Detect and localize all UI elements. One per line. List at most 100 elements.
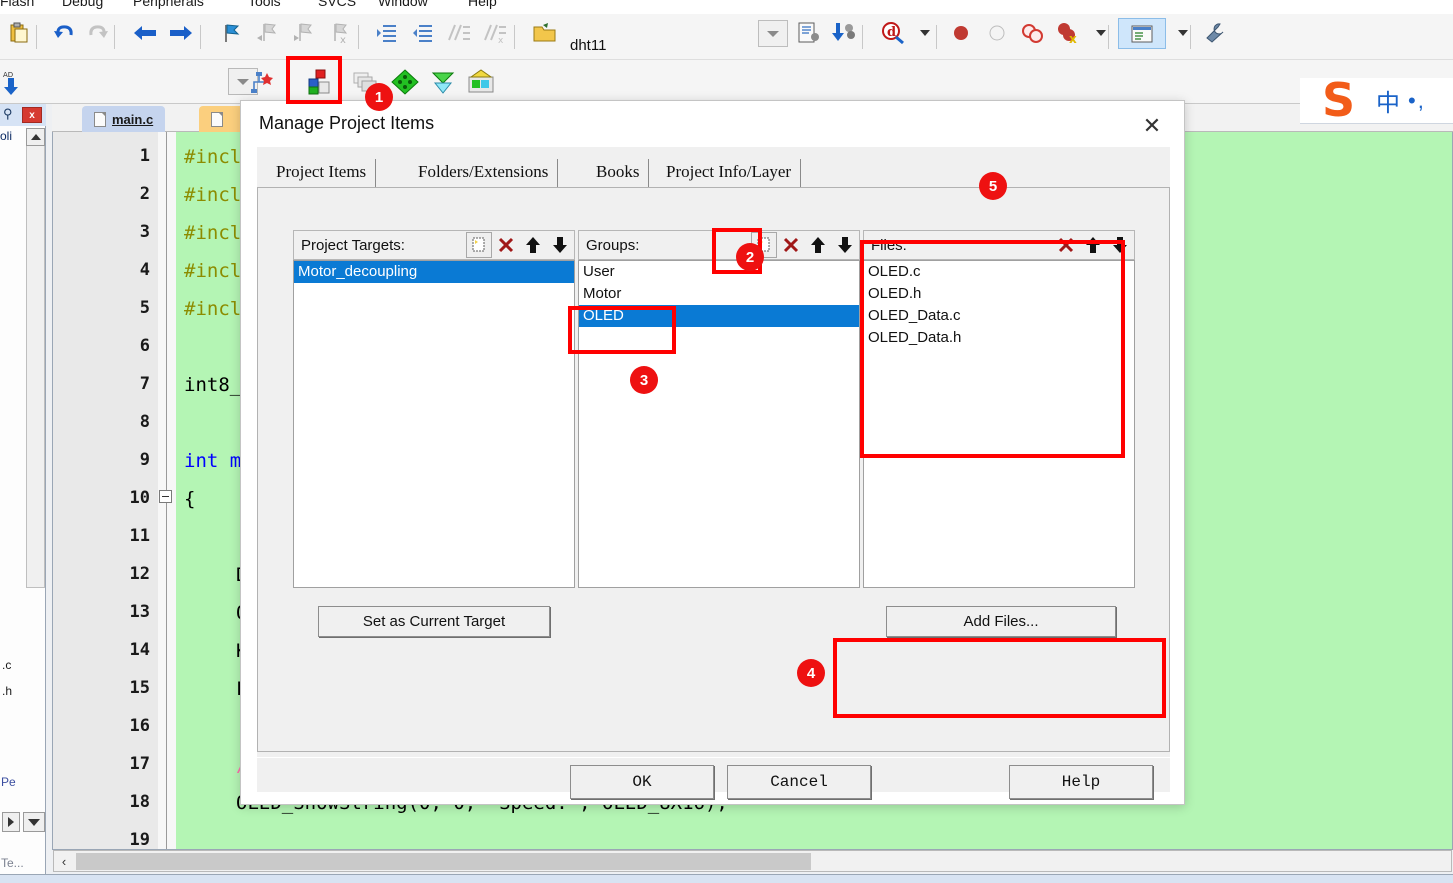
config-wizard-icon[interactable]: [794, 18, 824, 48]
delete-icon[interactable]: [778, 232, 804, 258]
breakpoint-icon[interactable]: [946, 18, 976, 48]
list-item[interactable]: Motor_decoupling: [294, 261, 574, 283]
list-item[interactable]: OLED.h: [864, 283, 1134, 305]
line-number: 13: [129, 602, 150, 622]
move-up-icon[interactable]: [1080, 232, 1106, 258]
project-targets-label: Project Targets:: [301, 236, 405, 254]
list-item[interactable]: OLED: [579, 305, 859, 327]
batch-setup-icon[interactable]: [466, 67, 496, 97]
move-up-icon[interactable]: [805, 232, 831, 258]
list-item[interactable]: OLED.c: [864, 261, 1134, 283]
groups-list[interactable]: User Motor OLED: [578, 260, 860, 588]
move-down-icon[interactable]: [832, 232, 858, 258]
tab-project-info-layer[interactable]: Project Info/Layer: [657, 159, 802, 189]
code-line: #incl: [184, 260, 242, 282]
toolbar-combo-chevron[interactable]: [758, 20, 788, 47]
move-down-icon[interactable]: [547, 232, 573, 258]
pin-icon[interactable]: ⚲: [3, 106, 13, 122]
bookmark-icon[interactable]: [216, 18, 246, 48]
layout-dropdown-icon[interactable]: [1168, 18, 1198, 48]
editor-tab-main-c[interactable]: main.c: [82, 106, 166, 132]
sidebar-project-label: oli: [0, 129, 13, 143]
open-project-icon[interactable]: [530, 18, 560, 48]
ok-button[interactable]: OK: [570, 765, 714, 799]
line-number: 6: [139, 336, 150, 356]
tab-books[interactable]: Books: [587, 159, 650, 189]
line-number: 17: [129, 754, 150, 774]
toolbar-separator: [114, 25, 115, 49]
document-icon: [94, 111, 106, 127]
dialog-tab-row: Project Items Folders/Extensions Books P…: [257, 159, 1170, 189]
set-as-current-target-button[interactable]: Set as Current Target: [318, 606, 550, 637]
new-item-icon[interactable]: [466, 232, 492, 258]
menu-item-window[interactable]: Window: [378, 0, 428, 9]
sidebar-te-label: Te...: [1, 856, 24, 870]
ime-punctuation-toggle[interactable]: •,: [1408, 88, 1426, 114]
download-icon[interactable]: [828, 18, 858, 48]
move-down-icon[interactable]: [1107, 232, 1133, 258]
build-icon[interactable]: [390, 67, 420, 97]
menu-item-tools[interactable]: Tools: [248, 0, 281, 9]
delete-icon[interactable]: [493, 232, 519, 258]
sogou-ime-bar[interactable]: S 中 •,: [1300, 77, 1453, 124]
help-button[interactable]: Help: [1009, 765, 1153, 799]
tab-folders-extensions[interactable]: Folders/Extensions: [409, 159, 559, 189]
arrow-up-icon: [30, 134, 41, 140]
sidebar-file-c[interactable]: .c: [2, 658, 11, 672]
debug-magnifier-icon[interactable]: d: [878, 18, 908, 48]
paste-icon[interactable]: [4, 18, 34, 48]
add-files-button[interactable]: Add Files...: [886, 606, 1116, 637]
indent-icon[interactable]: [372, 18, 402, 48]
breakpoints-icon[interactable]: [1018, 18, 1048, 48]
kill-dropdown-icon[interactable]: [1086, 18, 1116, 48]
scroll-left-icon[interactable]: ‹: [55, 852, 73, 870]
svg-text:AD: AD: [3, 71, 13, 79]
project-targets-list[interactable]: Motor_decoupling: [293, 260, 575, 588]
list-item[interactable]: Motor: [579, 283, 859, 305]
dialog-tab-page: Project Targets: Motor_decoupling Set as…: [257, 187, 1170, 752]
sidebar-scroll-up-button[interactable]: [26, 128, 45, 146]
scrollbar-thumb[interactable]: [76, 853, 811, 870]
delete-icon[interactable]: [1053, 232, 1079, 258]
menu-item-svcs[interactable]: SVCS: [318, 0, 356, 9]
fold-toggle-icon[interactable]: [159, 490, 172, 503]
sidebar-scroll-left-button[interactable]: [2, 812, 20, 832]
configure-icon[interactable]: [1200, 18, 1230, 48]
editor-horizontal-scrollbar[interactable]: ‹: [53, 850, 1452, 872]
list-item[interactable]: OLED_Data.c: [864, 305, 1134, 327]
tab-project-items[interactable]: Project Items: [267, 159, 377, 189]
configure-target-icon[interactable]: [248, 67, 278, 97]
annotation-badge-1: 1: [365, 83, 393, 111]
outdent-icon[interactable]: [408, 18, 438, 48]
undo-icon[interactable]: [48, 18, 78, 48]
ime-mode-chinese[interactable]: 中: [1376, 83, 1400, 118]
list-item[interactable]: User: [579, 261, 859, 283]
files-list[interactable]: OLED.c OLED.h OLED_Data.c OLED_Data.h: [863, 260, 1135, 588]
cancel-button[interactable]: Cancel: [727, 765, 871, 799]
code-line: int8_: [184, 374, 242, 396]
forward-icon[interactable]: [166, 18, 196, 48]
batch-build-icon[interactable]: AD: [0, 67, 30, 97]
dialog-body: Project Items Folders/Extensions Books P…: [257, 147, 1170, 799]
manage-project-items-icon[interactable]: [306, 67, 336, 97]
bookmark-prev-icon: [252, 18, 282, 48]
menu-item-help[interactable]: Help: [468, 0, 497, 9]
kill-breakpoints-icon[interactable]: x: [1054, 18, 1084, 48]
current-project-name: dht11: [570, 37, 607, 54]
move-up-icon[interactable]: [520, 232, 546, 258]
close-icon[interactable]: ✕: [1130, 109, 1174, 143]
window-layout-icon[interactable]: [1118, 18, 1166, 49]
dialog-divider: [257, 757, 1170, 758]
breakpoint-disabled-icon[interactable]: [982, 18, 1012, 48]
menu-item-flash[interactable]: Flash: [0, 0, 34, 9]
sidebar-dropdown-button[interactable]: [23, 812, 45, 832]
menu-item-debug[interactable]: Debug: [62, 0, 103, 9]
back-icon[interactable]: [130, 18, 160, 48]
sidebar-file-h[interactable]: .h: [2, 684, 12, 698]
list-item[interactable]: OLED_Data.h: [864, 327, 1134, 349]
files-header-bar: Files:: [863, 230, 1135, 260]
sidebar-scrollbar[interactable]: [26, 128, 45, 588]
menu-item-peripherals[interactable]: Peripherals: [133, 0, 204, 9]
rebuild-icon[interactable]: [428, 67, 458, 97]
sidebar-close-button[interactable]: x: [22, 107, 42, 123]
